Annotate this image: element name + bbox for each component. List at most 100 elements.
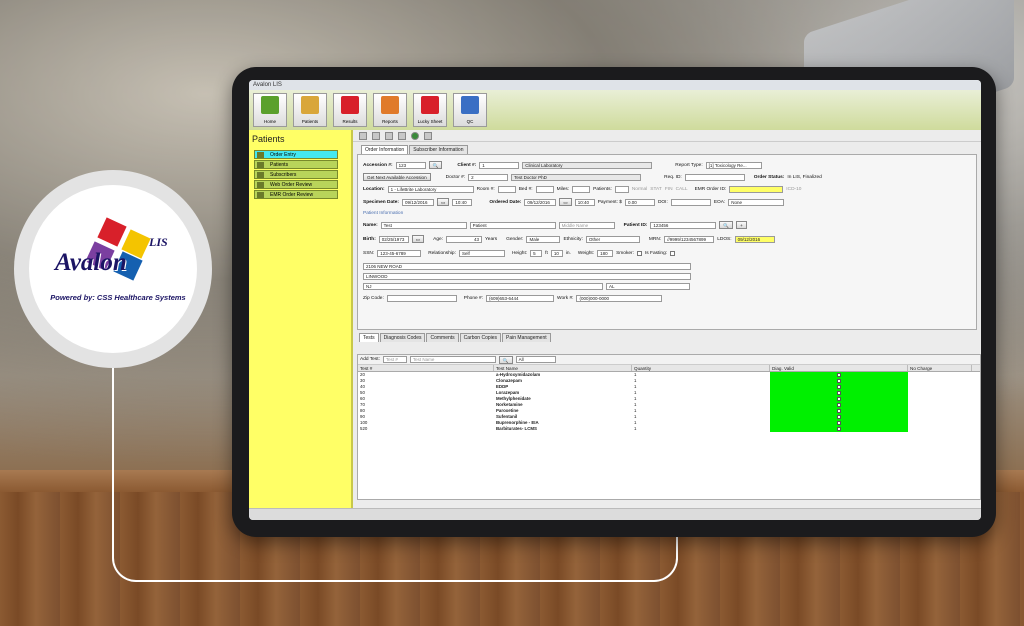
tab-tests[interactable]: Tests [359, 333, 379, 342]
sidebar-item-web-order-review[interactable]: Web Order Review [254, 180, 338, 189]
room-field[interactable] [497, 186, 516, 193]
city-field[interactable]: LINWOOD [363, 273, 691, 280]
print-icon[interactable] [398, 131, 406, 140]
test-name-input[interactable]: Test Name [409, 356, 496, 363]
height-ft-field[interactable]: 5 [530, 250, 543, 257]
test-search-icon[interactable]: 🔍 [498, 355, 513, 364]
qc-button[interactable]: QC [453, 93, 487, 127]
patient-search-icon[interactable]: 🔍 [719, 221, 734, 229]
copy-icon[interactable] [385, 131, 393, 140]
work-field[interactable]: (000)000-0000 [576, 295, 663, 302]
next-accession-button[interactable]: Get Next Available Accession [363, 173, 431, 181]
diag-valid-checkbox[interactable] [837, 379, 841, 383]
priority-stat[interactable]: STAT [650, 187, 662, 192]
address-line1-field[interactable]: 2106 NEW ROAD [363, 263, 691, 270]
tab-diagnosis-codes[interactable]: Diagnosis Codes [379, 333, 426, 342]
state-select[interactable]: AL [606, 283, 690, 290]
home-button[interactable]: Home [253, 93, 287, 127]
emr-order-id-field[interactable] [729, 186, 784, 193]
gender-select[interactable]: Male [526, 235, 561, 243]
patient-id-field[interactable]: 123456 [650, 221, 717, 229]
patients-count-field[interactable] [614, 186, 629, 193]
patients-button[interactable]: Patients [293, 93, 327, 127]
birth-field[interactable]: 02/25/1973 [378, 235, 409, 243]
globe-icon[interactable] [411, 131, 419, 140]
fasting-checkbox[interactable] [670, 251, 676, 256]
tab-comments[interactable]: Comments [426, 333, 459, 342]
state-field[interactable]: NJ [363, 283, 603, 290]
ordered-time-field[interactable]: 10:40 [574, 198, 595, 206]
ethnicity-select[interactable]: Other [585, 235, 640, 243]
ssn-field[interactable]: 123-45-6789 [377, 250, 422, 257]
miles-field[interactable] [572, 186, 591, 193]
col-no-charge[interactable]: No Charge [908, 365, 972, 371]
diag-valid-checkbox[interactable] [837, 403, 841, 407]
diag-valid-checkbox[interactable] [837, 385, 841, 389]
sidebar-item-order-entry[interactable]: Order Entry [254, 150, 338, 159]
diag-valid-checkbox[interactable] [837, 373, 841, 377]
test-number-input[interactable]: Test # [382, 356, 407, 363]
table-row[interactable]: 520 Barbiturates- LCMS 1 [358, 426, 980, 432]
ordered-date-field[interactable]: 09/12/2016 [524, 198, 557, 206]
accession-search-button[interactable]: 🔍 [428, 161, 443, 169]
priority-call[interactable]: CALL [676, 187, 688, 192]
new-icon[interactable] [359, 131, 367, 140]
sidebar-item-subscribers[interactable]: Subscribers [254, 170, 338, 179]
priority-fin[interactable]: FIN [665, 187, 673, 192]
tab-pain-management[interactable]: Pain Management [502, 333, 551, 342]
col-test-number[interactable]: Test # [358, 365, 494, 371]
specimen-time-field[interactable]: 10:40 [452, 198, 473, 206]
diag-valid-checkbox[interactable] [837, 391, 841, 395]
diag-valid-checkbox[interactable] [837, 397, 841, 401]
ldos-field[interactable]: 09/12/2016 [734, 235, 775, 243]
col-test-name[interactable]: Test Name [494, 365, 632, 371]
sidebar-item-emr-order-review[interactable]: EMR Order Review [254, 190, 338, 199]
diag-valid-checkbox[interactable] [837, 421, 841, 425]
save-icon[interactable] [372, 131, 380, 140]
reports-button[interactable]: Reports [373, 93, 407, 127]
main-area: Patients Order Entry Patients Subscriber… [249, 130, 981, 508]
eoa-select[interactable]: None [728, 198, 785, 206]
doctor-field[interactable]: 2 [468, 173, 509, 181]
age-field[interactable]: 43 [446, 235, 483, 243]
specimen-date-field[interactable]: 09/12/2016 [402, 198, 434, 206]
calendar-icon[interactable]: ▭ [437, 198, 450, 206]
client-field[interactable]: 1 [479, 161, 520, 169]
first-name-field[interactable]: Test [380, 221, 467, 229]
relationship-select[interactable]: Self [458, 250, 505, 257]
diag-valid-checkbox[interactable] [837, 415, 841, 419]
last-name-field[interactable]: Patient [469, 221, 556, 229]
tab-carbon-copies[interactable]: Carbon Copies [459, 333, 502, 342]
sidebar-item-patients[interactable]: Patients [254, 160, 338, 169]
diag-valid-checkbox[interactable] [837, 427, 841, 431]
birth-calendar-icon[interactable]: ▭ [411, 235, 425, 243]
zip-field[interactable] [386, 295, 457, 302]
tab-subscriber-information[interactable]: Subscriber Information [409, 145, 468, 154]
accession-field[interactable]: 123 [395, 161, 426, 169]
diag-valid-checkbox[interactable] [837, 409, 841, 413]
tab-order-information[interactable]: Order Information [361, 145, 409, 154]
height-in-field[interactable]: 10 [550, 250, 563, 257]
weight-field[interactable]: 180 [597, 250, 614, 257]
col-quantity[interactable]: Quantity [632, 365, 770, 371]
doi-field[interactable] [670, 198, 711, 206]
results-button[interactable]: Results [333, 93, 367, 127]
lucky-sheet-button[interactable]: Lucky Sheet [413, 93, 447, 127]
smoker-checkbox[interactable] [636, 251, 642, 256]
accession-label: Accession #: [363, 162, 393, 168]
test-filter-select[interactable]: All [515, 356, 556, 363]
col-diag-valid[interactable]: Diag. Valid [770, 365, 908, 371]
mrn-field[interactable]: //9999/1234567899 [664, 235, 715, 243]
location-select[interactable]: 1 - LifeBrite Laboratory [387, 186, 474, 193]
calendar-icon[interactable]: ▭ [559, 198, 572, 206]
patient-add-icon[interactable]: + [736, 221, 747, 229]
phone-field[interactable]: (609)653-6444 [486, 295, 555, 302]
middle-name-field[interactable]: Middle Name [558, 221, 615, 229]
payment-field[interactable]: 0.00 [624, 198, 655, 206]
report-type-select[interactable]: [1] Toxicology Re... [705, 161, 762, 169]
priority-normal[interactable]: Normal [632, 187, 647, 192]
document-icon[interactable] [424, 131, 432, 140]
sidebar-item-label: Patients [270, 161, 289, 168]
req-id-field[interactable] [684, 173, 745, 181]
bed-field[interactable] [535, 186, 554, 193]
